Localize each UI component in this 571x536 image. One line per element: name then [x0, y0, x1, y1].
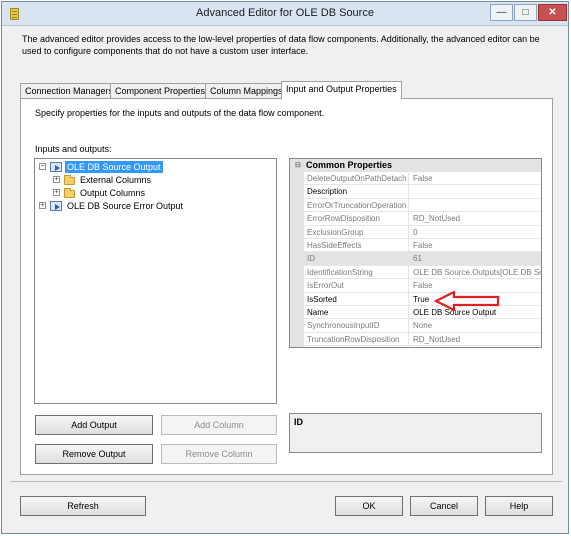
property-value: RD_NotUsed	[413, 214, 461, 224]
folder-icon	[64, 188, 75, 198]
inputs-outputs-label: Inputs and outputs:	[35, 144, 112, 154]
property-name: IsSorted	[304, 292, 409, 306]
tab-connection-managers[interactable]: Connection Managers	[20, 83, 119, 98]
output-icon	[50, 162, 62, 172]
property-row[interactable]: TruncationRowDisposition RD_NotUsed	[304, 332, 541, 347]
property-name: DeleteOutputOnPathDetach	[304, 172, 409, 185]
property-row[interactable]: ErrorRowDisposition RD_NotUsed	[304, 212, 541, 226]
category-label: Common Properties	[306, 160, 393, 170]
tree-item-label[interactable]: Output Columns	[78, 187, 147, 199]
tree-item-label[interactable]: OLE DB Source Error Output	[65, 200, 185, 212]
property-row[interactable]: ExclusionGroup 0	[304, 225, 541, 239]
annotation-arrow	[434, 291, 500, 311]
help-title: ID	[294, 417, 303, 427]
output-icon	[50, 201, 62, 211]
property-name: ErrorRowDisposition	[304, 212, 409, 226]
tree-item-label[interactable]: OLE DB Source Output	[65, 161, 163, 173]
folder-icon	[64, 175, 75, 185]
refresh-button[interactable]: Refresh	[20, 496, 146, 516]
property-help-box: ID	[289, 413, 542, 453]
property-name: HasSideEffects	[304, 239, 409, 252]
tab-component-properties[interactable]: Component Properties	[110, 83, 211, 98]
expand-icon[interactable]: +	[53, 189, 60, 196]
property-row[interactable]: IsSorted True	[304, 292, 541, 306]
remove-column-button[interactable]: Remove Column	[161, 444, 277, 464]
property-row[interactable]: SynchronousInputID None	[304, 319, 541, 333]
collapse-category-icon[interactable]: ⊟	[295, 159, 301, 172]
property-value: OLE DB Source.Outputs[OLE DB Sou	[413, 267, 541, 277]
property-name: TruncationRowDisposition	[304, 332, 409, 346]
property-value: 61	[413, 254, 422, 264]
help-button[interactable]: Help	[485, 496, 553, 516]
property-name: IdentificationString	[304, 265, 409, 279]
add-column-button[interactable]: Add Column	[161, 415, 277, 435]
remove-output-button[interactable]: Remove Output	[35, 444, 153, 464]
property-name: ErrorOrTruncationOperation	[304, 198, 409, 212]
maximize-button[interactable]: □	[514, 4, 537, 21]
add-output-button[interactable]: Add Output	[35, 415, 153, 435]
property-value: False	[413, 174, 433, 183]
property-row[interactable]: ErrorOrTruncationOperation	[304, 198, 541, 213]
collapse-icon[interactable]: −	[39, 163, 46, 170]
tab-input-output-properties[interactable]: Input and Output Properties	[281, 81, 402, 99]
property-row[interactable]: ID 61	[304, 252, 541, 266]
property-value: 0	[413, 227, 418, 237]
property-value: RD_NotUsed	[413, 334, 461, 344]
property-row[interactable]: IdentificationString OLE DB Source.Output…	[304, 265, 541, 280]
property-name: IsErrorOut	[304, 279, 409, 293]
property-grid[interactable]: ⊟ Common Properties DeleteOutputOnPathDe…	[289, 158, 542, 348]
property-value: None	[413, 321, 433, 331]
minimize-button[interactable]: —	[490, 4, 513, 21]
property-name: SynchronousInputID	[304, 319, 409, 333]
inputs-outputs-tree[interactable]: − OLE DB Source Output + External Column…	[34, 158, 277, 404]
property-value: False	[413, 241, 433, 250]
property-row[interactable]: DeleteOutputOnPathDetach False	[304, 172, 541, 186]
property-name: ID	[304, 252, 409, 266]
property-row[interactable]: HasSideEffects False	[304, 239, 541, 253]
input-output-properties-panel: Specify properties for the inputs and ou…	[20, 98, 553, 475]
property-row[interactable]: Name OLE DB Source Output	[304, 306, 541, 320]
tab-column-mappings[interactable]: Column Mappings	[205, 83, 288, 98]
category-common-properties[interactable]: ⊟ Common Properties	[290, 159, 541, 172]
panel-description: Specify properties for the inputs and ou…	[35, 108, 325, 118]
property-name: ExclusionGroup	[304, 225, 409, 239]
expand-icon[interactable]: +	[53, 176, 60, 183]
grid-gutter	[290, 172, 304, 347]
property-name: Name	[304, 306, 409, 319]
window-title: Advanced Editor for OLE DB Source	[196, 7, 374, 19]
expand-icon[interactable]: +	[39, 202, 46, 209]
tree-item-label[interactable]: External Columns	[78, 174, 153, 186]
editor-description: The advanced editor provides access to t…	[22, 34, 540, 56]
property-row[interactable]: IsErrorOut False	[304, 279, 541, 293]
footer-separator	[10, 481, 562, 482]
ok-button[interactable]: OK	[335, 496, 403, 516]
cancel-button[interactable]: Cancel	[410, 496, 478, 516]
title-bar[interactable]: Advanced Editor for OLE DB Source — □ ✕	[2, 2, 568, 26]
advanced-editor-window: Advanced Editor for OLE DB Source — □ ✕ …	[1, 1, 569, 534]
property-row[interactable]: Description	[304, 185, 541, 199]
property-name: Description	[304, 185, 409, 199]
close-button[interactable]: ✕	[538, 4, 567, 21]
